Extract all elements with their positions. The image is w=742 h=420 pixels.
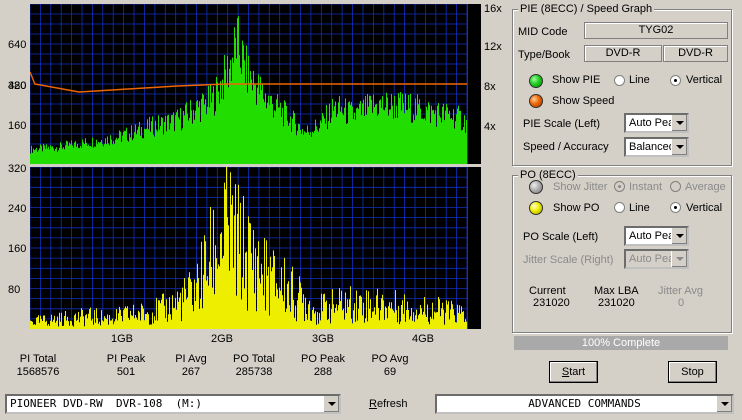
start-button-label: tart <box>569 366 586 378</box>
chevron-down-icon <box>671 115 687 131</box>
pi-peak-value: 501 <box>116 366 136 378</box>
pie-line-label[interactable]: Line <box>629 74 650 86</box>
po-peak-value: 288 <box>313 366 333 378</box>
jitter-instant-radio[interactable] <box>614 181 625 192</box>
pie-left-tick-320: 320 <box>8 80 27 92</box>
po-chart <box>30 167 481 329</box>
chevron-down-icon <box>323 396 339 412</box>
x-tick-2gb: 2GB <box>211 333 234 345</box>
po-vertical-radio[interactable] <box>670 202 681 213</box>
pie-left-tick-160: 160 <box>8 120 27 132</box>
po-left-tick-240: 240 <box>8 203 27 215</box>
refresh-mnemonic: R <box>369 398 377 410</box>
max-lba-label: Max LBA <box>594 285 639 297</box>
po-avg-label: PO Avg <box>371 353 409 365</box>
pie-vertical-radio[interactable] <box>670 75 681 86</box>
start-button[interactable]: Start <box>549 361 598 383</box>
chevron-down-icon <box>671 228 687 244</box>
current-value: 231020 <box>533 297 570 309</box>
po-line-label[interactable]: Line <box>629 202 650 214</box>
po-avg-value: 69 <box>383 366 397 378</box>
chevron-down-icon <box>671 139 687 155</box>
jitter-scale-label: Jitter Scale (Right) <box>523 254 614 266</box>
speed-color-indicator <box>529 94 543 108</box>
jitter-instant-label[interactable]: Instant <box>629 181 662 193</box>
pie-speed-chart <box>30 4 481 164</box>
advanced-commands-value: ADVANCED COMMANDS <box>528 397 641 410</box>
pi-peak-label: PI Peak <box>106 353 146 365</box>
progress-text: 100% Complete <box>581 337 661 349</box>
x-tick-1gb: 1GB <box>111 333 134 345</box>
refresh-link[interactable]: Refresh <box>369 398 408 410</box>
po-total-value: 285738 <box>235 366 273 378</box>
po-scale-select[interactable]: Auto Peak <box>624 226 689 246</box>
jitter-color-indicator <box>529 180 543 194</box>
show-speed-label[interactable]: Show Speed <box>552 95 614 107</box>
po-left-tick-320: 320 <box>8 163 27 175</box>
mid-code-label: MID Code <box>518 26 568 38</box>
advanced-commands-select[interactable]: ADVANCED COMMANDS <box>435 394 734 414</box>
pie-group-title: PIE (8ECC) / Speed Graph <box>518 3 655 15</box>
po-line-radio[interactable] <box>614 202 625 213</box>
chevron-down-icon <box>716 396 732 412</box>
po-total-label: PO Total <box>233 353 275 365</box>
speed-accuracy-label: Speed / Accuracy <box>523 141 609 153</box>
speed-right-tick-8x: 8x <box>484 81 496 93</box>
pi-total-value: 1568576 <box>16 366 60 378</box>
drive-select-value: PIONEER DVD-RW DVR-108 (M:) <box>10 397 203 410</box>
po-color-indicator <box>529 201 543 215</box>
stop-button-label: Stop <box>681 366 704 378</box>
show-po-label[interactable]: Show PO <box>553 202 599 214</box>
po-left-tick-80: 80 <box>8 284 21 296</box>
book-type-field: DVD-R <box>663 45 728 62</box>
pie-vertical-label[interactable]: Vertical <box>686 74 722 86</box>
type-book-label: Type/Book <box>518 49 570 61</box>
speed-right-tick-16x: 16x <box>484 3 502 15</box>
max-lba-value: 231020 <box>598 297 635 309</box>
show-pie-label[interactable]: Show PIE <box>552 74 600 86</box>
pie-color-indicator <box>529 74 543 88</box>
pi-total-label: PI Total <box>19 353 57 365</box>
jitter-avg-value: 0 <box>678 297 685 309</box>
drive-select[interactable]: PIONEER DVD-RW DVR-108 (M:) <box>5 394 341 414</box>
jitter-average-radio[interactable] <box>670 181 681 192</box>
jitter-average-label[interactable]: Average <box>685 181 726 193</box>
scan-progress-bar: 100% Complete <box>514 336 728 350</box>
show-jitter-label[interactable]: Show Jitter <box>553 181 607 193</box>
speed-accuracy-select[interactable]: Balanced <box>624 137 689 157</box>
pie-scale-label: PIE Scale (Left) <box>523 118 601 130</box>
chevron-down-icon <box>671 251 687 267</box>
po-group-title: PO (8ECC) <box>518 169 578 181</box>
po-vertical-label[interactable]: Vertical <box>686 202 722 214</box>
current-label: Current <box>529 285 566 297</box>
jitter-scale-select[interactable]: Auto Peak <box>624 249 689 269</box>
speed-right-tick-4x: 4x <box>484 121 496 133</box>
stop-button[interactable]: Stop <box>668 361 717 383</box>
pie-scale-select[interactable]: Auto Peak <box>624 113 689 133</box>
po-scale-label: PO Scale (Left) <box>523 231 599 243</box>
mid-code-field: TYG02 <box>584 22 728 39</box>
pi-avg-label: PI Avg <box>175 353 207 365</box>
pie-left-tick-640: 640 <box>8 39 27 51</box>
po-peak-label: PO Peak <box>300 353 346 365</box>
speed-accuracy-value: Balanced <box>629 141 675 153</box>
po-left-tick-160: 160 <box>8 243 27 255</box>
refresh-label: efresh <box>376 398 408 410</box>
x-tick-3gb: 3GB <box>312 333 335 345</box>
speed-right-tick-12x: 12x <box>484 41 502 53</box>
pie-line-radio[interactable] <box>614 75 625 86</box>
disc-type-field: DVD-R <box>584 45 662 62</box>
pi-avg-value: 267 <box>181 366 201 378</box>
x-tick-4gb: 4GB <box>412 333 435 345</box>
jitter-avg-label: Jitter Avg <box>658 285 704 297</box>
